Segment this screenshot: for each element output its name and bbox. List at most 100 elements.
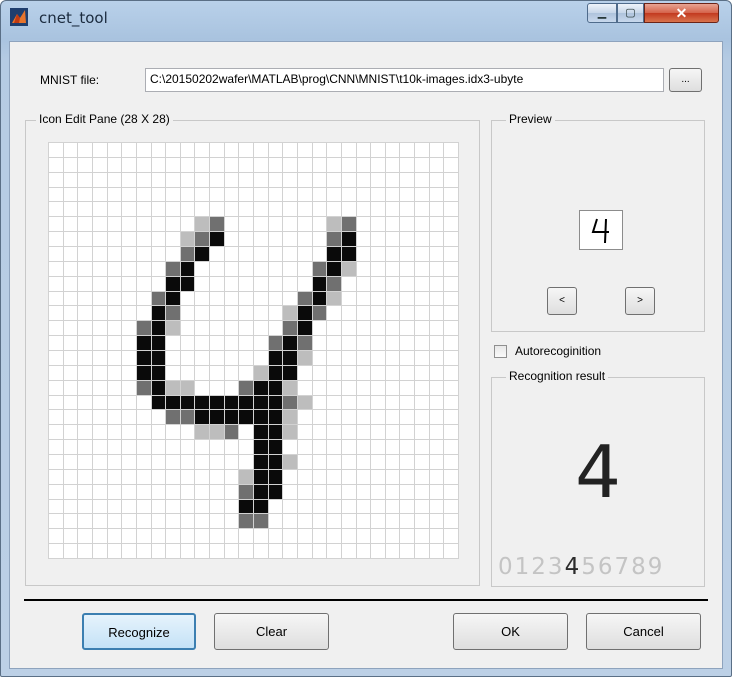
grid-cell[interactable]: [210, 232, 224, 246]
grid-cell[interactable]: [166, 499, 180, 514]
grid-cell[interactable]: [122, 187, 136, 202]
grid-cell[interactable]: [444, 425, 458, 440]
grid-cell[interactable]: [166, 217, 180, 232]
grid-cell[interactable]: [297, 172, 312, 187]
grid-cell[interactable]: [297, 425, 312, 440]
grid-cell[interactable]: [49, 469, 63, 484]
grid-cell[interactable]: [297, 544, 312, 558]
grid-cell[interactable]: [78, 157, 92, 172]
grid-cell[interactable]: [151, 143, 166, 157]
grid-cell[interactable]: [92, 380, 107, 395]
grid-cell[interactable]: [400, 217, 415, 232]
grid-cell[interactable]: [429, 217, 444, 232]
grid-cell[interactable]: [415, 172, 429, 187]
grid-cell[interactable]: [356, 529, 371, 544]
grid-cell[interactable]: [356, 306, 371, 321]
grid-cell[interactable]: [429, 440, 444, 454]
grid-cell[interactable]: [224, 217, 239, 232]
grid-cell[interactable]: [312, 306, 327, 321]
grid-cell[interactable]: [312, 529, 327, 544]
grid-cell[interactable]: [268, 143, 283, 157]
grid-cell[interactable]: [415, 454, 429, 469]
grid-cell[interactable]: [297, 395, 312, 410]
grid-cell[interactable]: [341, 217, 356, 232]
grid-cell[interactable]: [385, 336, 400, 350]
grid-cell[interactable]: [254, 143, 268, 157]
grid-cell[interactable]: [327, 395, 341, 410]
grid-cell[interactable]: [195, 261, 210, 276]
grid-cell[interactable]: [356, 410, 371, 425]
grid-cell[interactable]: [341, 187, 356, 202]
grid-cell[interactable]: [400, 425, 415, 440]
grid-cell[interactable]: [283, 276, 297, 291]
grid-cell[interactable]: [78, 499, 92, 514]
grid-cell[interactable]: [107, 143, 122, 157]
grid-cell[interactable]: [356, 202, 371, 217]
grid-cell[interactable]: [400, 469, 415, 484]
grid-cell[interactable]: [122, 544, 136, 558]
grid-cell[interactable]: [371, 440, 385, 454]
grid-cell[interactable]: [224, 499, 239, 514]
grid-cell[interactable]: [195, 499, 210, 514]
grid-cell[interactable]: [341, 514, 356, 529]
grid-cell[interactable]: [371, 454, 385, 469]
grid-cell[interactable]: [327, 440, 341, 454]
grid-cell[interactable]: [49, 544, 63, 558]
grid-cell[interactable]: [415, 202, 429, 217]
grid-cell[interactable]: [312, 350, 327, 365]
grid-cell[interactable]: [224, 395, 239, 410]
grid-cell[interactable]: [239, 276, 253, 291]
grid-cell[interactable]: [166, 484, 180, 499]
grid-cell[interactable]: [122, 454, 136, 469]
grid-cell[interactable]: [92, 529, 107, 544]
grid-cell[interactable]: [210, 172, 224, 187]
grid-cell[interactable]: [415, 291, 429, 306]
grid-cell[interactable]: [195, 440, 210, 454]
grid-cell[interactable]: [239, 425, 253, 440]
grid-cell[interactable]: [78, 425, 92, 440]
grid-cell[interactable]: [180, 143, 195, 157]
grid-cell[interactable]: [429, 172, 444, 187]
grid-cell[interactable]: [92, 217, 107, 232]
grid-cell[interactable]: [224, 514, 239, 529]
grid-cell[interactable]: [254, 380, 268, 395]
grid-cell[interactable]: [78, 469, 92, 484]
grid-cell[interactable]: [210, 217, 224, 232]
grid-cell[interactable]: [166, 410, 180, 425]
grid-cell[interactable]: [312, 143, 327, 157]
grid-cell[interactable]: [400, 380, 415, 395]
grid-cell[interactable]: [195, 246, 210, 261]
grid-cell[interactable]: [371, 202, 385, 217]
grid-cell[interactable]: [151, 232, 166, 246]
grid-cell[interactable]: [210, 425, 224, 440]
grid-cell[interactable]: [107, 291, 122, 306]
grid-cell[interactable]: [429, 380, 444, 395]
grid-cell[interactable]: [107, 336, 122, 350]
grid-cell[interactable]: [166, 291, 180, 306]
grid-cell[interactable]: [224, 410, 239, 425]
grid-cell[interactable]: [195, 484, 210, 499]
grid-cell[interactable]: [151, 336, 166, 350]
grid-cell[interactable]: [151, 246, 166, 261]
grid-cell[interactable]: [107, 484, 122, 499]
grid-cell[interactable]: [63, 336, 78, 350]
grid-cell[interactable]: [254, 172, 268, 187]
grid-cell[interactable]: [297, 484, 312, 499]
grid-cell[interactable]: [136, 261, 151, 276]
grid-cell[interactable]: [210, 321, 224, 336]
grid-cell[interactable]: [415, 157, 429, 172]
grid-cell[interactable]: [400, 172, 415, 187]
grid-cell[interactable]: [49, 157, 63, 172]
cancel-button[interactable]: Cancel: [586, 613, 701, 650]
grid-cell[interactable]: [429, 336, 444, 350]
grid-cell[interactable]: [136, 232, 151, 246]
grid-cell[interactable]: [107, 469, 122, 484]
grid-cell[interactable]: [254, 187, 268, 202]
grid-cell[interactable]: [195, 425, 210, 440]
grid-cell[interactable]: [371, 157, 385, 172]
grid-cell[interactable]: [429, 425, 444, 440]
grid-cell[interactable]: [283, 440, 297, 454]
grid-cell[interactable]: [254, 529, 268, 544]
grid-cell[interactable]: [415, 514, 429, 529]
grid-cell[interactable]: [180, 187, 195, 202]
